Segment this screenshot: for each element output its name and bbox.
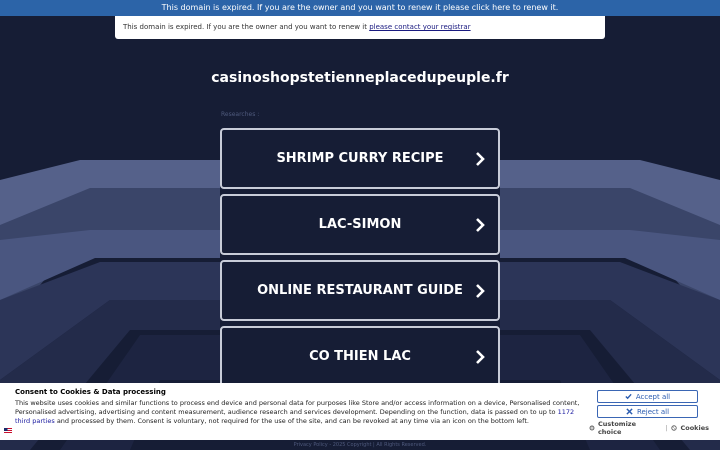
footer: Privacy Policy - 2025 Copyright | All Ri… [0,442,720,448]
page: This domain is expired. If you are the o… [0,0,720,450]
search-link-online-restaurant-guide[interactable]: ONLINE RESTAURANT GUIDE [220,260,500,321]
cookies-label: Cookies [680,424,709,432]
search-link-label: SHRIMP CURRY RECIPE [276,151,444,166]
chevron-right-icon [476,283,485,298]
cookie-consent-banner: Consent to Cookies & Data processing Thi… [0,383,720,440]
check-icon [625,393,632,400]
contact-registrar-link[interactable]: please contact your registrar [369,23,470,31]
copyright-text: 2025 Copyright | All Rights Reserved. [332,442,427,448]
cookie-title: Consent to Cookies & Data processing [15,388,166,396]
accept-all-label: Accept all [635,392,671,401]
researches-label: Researches : [221,111,260,118]
accept-all-button[interactable]: Accept all [597,390,698,403]
chevron-right-icon [476,151,485,166]
cookie-body-text-end: and processed by them. Consent is volunt… [56,417,529,425]
cookie-description: This website uses cookies and similar fu… [15,399,585,426]
expired-notice-text: This domain is expired. If you are the o… [123,23,367,31]
customize-choice-link[interactable]: Customize choice [589,420,661,436]
privacy-policy-link[interactable]: Privacy Policy [294,442,328,448]
domain-title: casinoshopstetienneplacedupeuple.fr [211,70,509,86]
search-link-lac-simon[interactable]: LAC-SIMON [220,194,500,255]
customize-choice-label: Customize choice [597,420,636,436]
cookie-body-text: This website uses cookies and similar fu… [15,399,580,416]
cookie-links-separator: | [665,424,668,432]
renew-banner[interactable]: This domain is expired. If you are the o… [0,0,720,16]
reject-all-button[interactable]: Reject all [597,405,698,418]
reject-all-label: Reject all [636,407,670,416]
chevron-right-icon [476,217,485,232]
cookie-icon [671,425,678,431]
search-link-label: ONLINE RESTAURANT GUIDE [257,283,463,298]
search-link-label: CO THIEN LAC [309,349,411,364]
search-link-label: LAC-SIMON [318,217,402,232]
close-icon [626,408,633,415]
chevron-right-icon [476,349,485,364]
cookies-link[interactable]: Cookies [671,424,709,432]
expired-notice: This domain is expired. If you are the o… [115,16,605,39]
gear-icon [589,425,595,431]
search-link-co-thien-lac[interactable]: CO THIEN LAC [220,326,500,387]
search-link-shrimp-curry-recipe[interactable]: SHRIMP CURRY RECIPE [220,128,500,189]
cookie-links: Customize choice | Cookies [589,420,709,436]
us-flag-icon[interactable] [4,428,12,434]
